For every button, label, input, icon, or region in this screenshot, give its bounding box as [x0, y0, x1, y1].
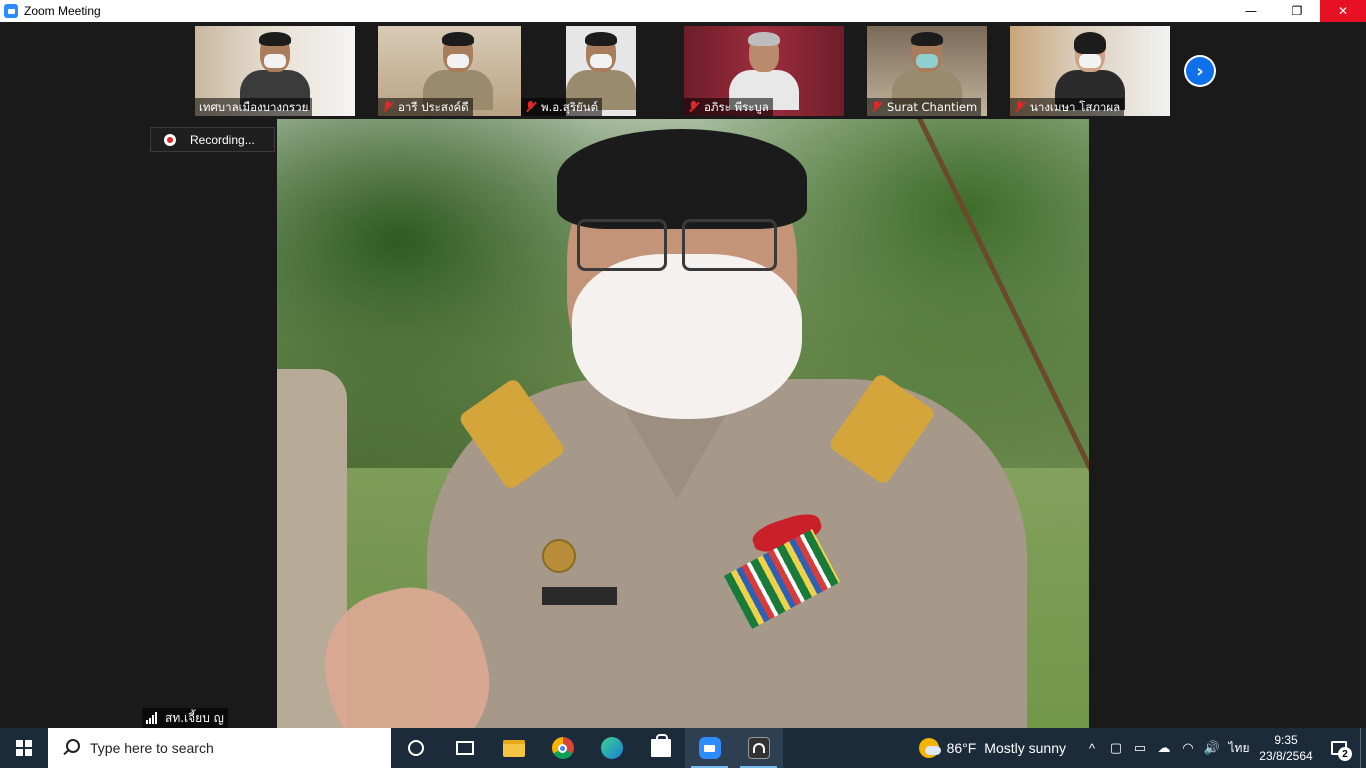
chrome-icon — [551, 737, 574, 759]
mic-muted-icon — [871, 101, 883, 113]
participant-tile[interactable]: นางเมษา โสภาผล — [1010, 26, 1170, 116]
mic-muted-icon — [382, 101, 394, 113]
signal-strength-icon — [146, 712, 160, 724]
cloud-icon[interactable]: ☁ — [1152, 728, 1176, 768]
clock-time: 9:35 — [1274, 733, 1298, 747]
task-view-icon — [455, 741, 474, 755]
next-page-button[interactable]: › — [1184, 55, 1216, 87]
participant-name: อารี ประสงค์ดี — [378, 98, 473, 116]
volume-icon[interactable]: 🔊 — [1200, 728, 1224, 768]
window-controls: — ❐ ✕ — [1228, 0, 1366, 22]
window-title: Zoom Meeting — [24, 4, 101, 18]
weather-icon[interactable] — [918, 738, 941, 758]
chevron-up-icon[interactable]: ^ — [1080, 728, 1104, 768]
meet-now-icon[interactable]: ▢ — [1104, 728, 1128, 768]
file-explorer-button[interactable] — [489, 728, 538, 768]
cortana-icon — [407, 740, 424, 756]
participant-name: พ.อ.สุริยันต์ — [521, 98, 603, 116]
chrome-button[interactable] — [538, 728, 587, 768]
participant-name: อภิระ พีระบูล — [684, 98, 773, 116]
cortana-button[interactable] — [391, 728, 440, 768]
folder-icon — [502, 739, 525, 757]
participant-name: เทศบาลเมืองบางกรวย — [195, 98, 313, 116]
window-titlebar: Zoom Meeting — ❐ ✕ — [0, 0, 1366, 22]
meeting-area: เทศบาลเมืองบางกรวย อารี ประสงค์ดี พ.อ.สุ… — [0, 22, 1366, 728]
system-tray: 86°F Mostly sunny ^ ▢ ▭ ☁ ◠ 🔊 ไทย 9:35 2… — [918, 728, 1366, 768]
chevron-right-icon: › — [1186, 57, 1214, 85]
taskbar-search-box[interactable]: Type here to search — [48, 728, 391, 768]
battery-icon[interactable]: ▭ — [1128, 728, 1152, 768]
participant-name: นางเมษา โสภาผล — [1010, 98, 1125, 116]
windows-logo-icon — [16, 740, 32, 756]
headset-icon — [747, 737, 770, 759]
show-desktop-button[interactable] — [1360, 728, 1366, 768]
zoom-app-icon — [4, 4, 18, 18]
headset-app-button[interactable] — [734, 728, 783, 768]
notification-count: 2 — [1338, 747, 1352, 761]
task-view-button[interactable] — [440, 728, 489, 768]
start-button[interactable] — [0, 728, 48, 768]
active-speaker-video[interactable] — [277, 119, 1089, 728]
notification-center-button[interactable]: 2 — [1318, 728, 1360, 768]
zoom-taskbar-button[interactable] — [685, 728, 734, 768]
participant-tile[interactable]: Surat Chantiem — [867, 26, 987, 116]
minimize-button[interactable]: — — [1228, 0, 1274, 22]
windows-taskbar: Type here to search 86°F Mostly sunny ^ … — [0, 728, 1366, 768]
weather-condition[interactable]: Mostly sunny — [984, 740, 1066, 756]
restore-button[interactable]: ❐ — [1274, 0, 1320, 22]
recording-label: Recording... — [190, 132, 255, 147]
edge-icon — [600, 737, 623, 759]
search-icon — [62, 739, 80, 757]
mic-muted-icon — [525, 101, 537, 113]
clock[interactable]: 9:35 23/8/2564 — [1254, 732, 1318, 764]
store-icon — [650, 734, 671, 757]
mic-muted-icon — [1014, 101, 1026, 113]
participant-tile[interactable]: เทศบาลเมืองบางกรวย — [195, 26, 355, 116]
mic-muted-icon — [688, 101, 700, 113]
participant-tile[interactable]: พ.อ.สุริยันต์ — [521, 26, 681, 116]
zoom-icon — [698, 737, 721, 759]
search-placeholder: Type here to search — [90, 740, 214, 756]
close-button[interactable]: ✕ — [1320, 0, 1366, 22]
weather-temperature[interactable]: 86°F — [947, 740, 977, 756]
clock-date: 23/8/2564 — [1259, 749, 1313, 763]
store-button[interactable] — [636, 728, 685, 768]
record-icon — [164, 133, 176, 146]
wifi-icon[interactable]: ◠ — [1176, 728, 1200, 768]
active-speaker-name: สท.เจี้ยบ ญ — [142, 708, 228, 728]
participant-tile[interactable]: อภิระ พีระบูล — [684, 26, 844, 116]
edge-button[interactable] — [587, 728, 636, 768]
recording-indicator[interactable]: Recording... — [150, 127, 275, 152]
participant-tile[interactable]: อารี ประสงค์ดี — [378, 26, 538, 116]
input-language[interactable]: ไทย — [1224, 739, 1254, 758]
participant-name: Surat Chantiem — [867, 98, 982, 116]
